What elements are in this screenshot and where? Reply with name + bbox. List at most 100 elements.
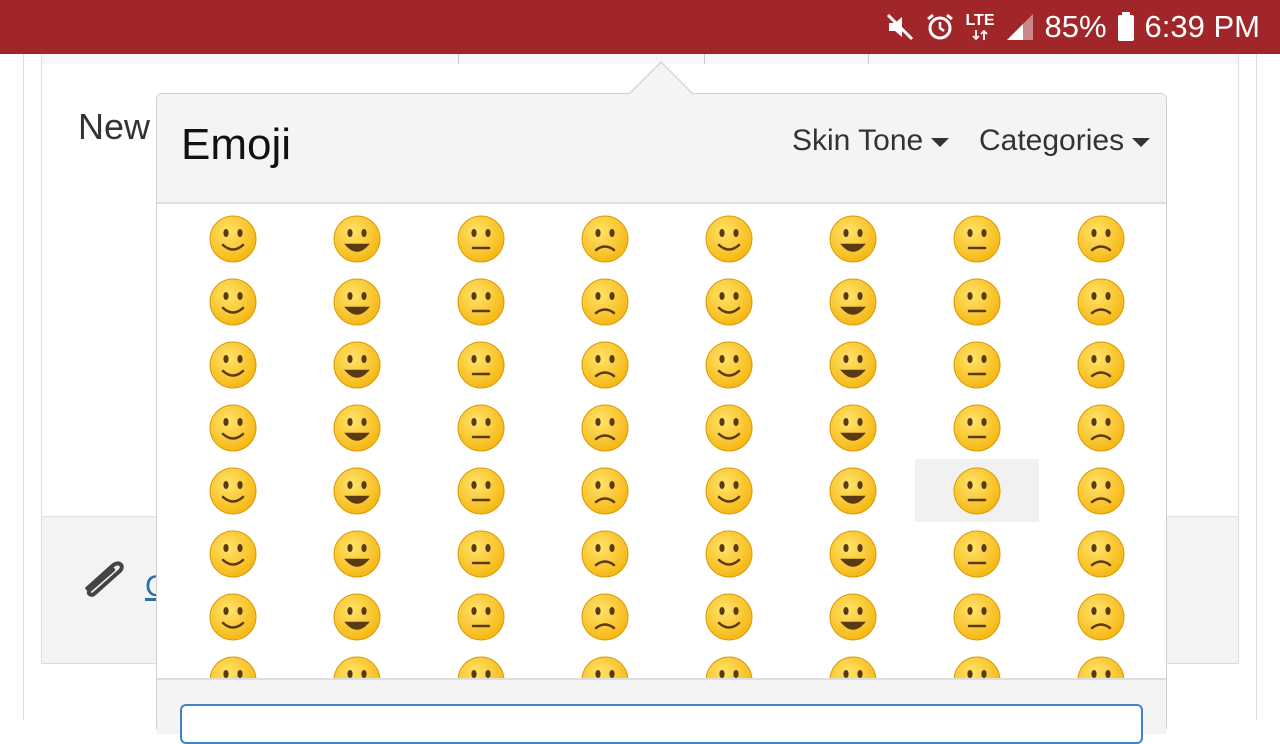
emoji-cell[interactable]: [295, 522, 419, 585]
emoji-cell[interactable]: [791, 270, 915, 333]
emoji-cell[interactable]: [791, 207, 915, 270]
emoji-cell[interactable]: [171, 648, 295, 678]
emoji-cell[interactable]: [295, 396, 419, 459]
emoji-cell[interactable]: [543, 459, 667, 522]
emoji-cell[interactable]: [1039, 522, 1163, 585]
emoji-face-icon: [457, 341, 505, 388]
emoji-face-icon: [953, 215, 1001, 262]
emoji-cell[interactable]: [419, 648, 543, 678]
tab-divider: [704, 54, 705, 64]
emoji-face-icon: [829, 215, 877, 262]
clock: 6:39 PM: [1144, 9, 1260, 44]
emoji-cell[interactable]: [543, 207, 667, 270]
emoji-cell[interactable]: [667, 270, 791, 333]
emoji-face-icon: [705, 593, 753, 640]
emoji-face-icon: [953, 530, 1001, 577]
emoji-cell[interactable]: [915, 207, 1039, 270]
emoji-cell[interactable]: [295, 585, 419, 648]
emoji-cell[interactable]: [915, 459, 1039, 522]
emoji-cell[interactable]: [915, 396, 1039, 459]
emoji-cell[interactable]: [1039, 396, 1163, 459]
emoji-face-icon: [209, 278, 257, 325]
emoji-cell[interactable]: [543, 396, 667, 459]
emoji-search-input[interactable]: [180, 704, 1143, 744]
emoji-cell[interactable]: [667, 333, 791, 396]
emoji-cell[interactable]: [171, 207, 295, 270]
emoji-cell[interactable]: [295, 207, 419, 270]
emoji-face-icon: [581, 278, 629, 325]
emoji-cell[interactable]: [419, 396, 543, 459]
paperclip-icon[interactable]: [75, 550, 125, 609]
emoji-face-icon: [1077, 530, 1125, 577]
emoji-cell[interactable]: [295, 459, 419, 522]
emoji-grid-scroll[interactable]: [157, 206, 1166, 678]
emoji-cell[interactable]: [915, 333, 1039, 396]
emoji-cell[interactable]: [543, 585, 667, 648]
emoji-cell[interactable]: [791, 648, 915, 678]
emoji-cell[interactable]: [543, 522, 667, 585]
emoji-cell[interactable]: [667, 522, 791, 585]
emoji-cell[interactable]: [171, 459, 295, 522]
emoji-face-icon: [953, 404, 1001, 451]
emoji-cell[interactable]: [791, 522, 915, 585]
emoji-cell[interactable]: [667, 207, 791, 270]
emoji-cell[interactable]: [171, 522, 295, 585]
emoji-cell[interactable]: [543, 270, 667, 333]
emoji-cell[interactable]: [667, 585, 791, 648]
emoji-cell[interactable]: [791, 459, 915, 522]
emoji-face-icon: [333, 404, 381, 451]
emoji-cell[interactable]: [667, 459, 791, 522]
emoji-cell[interactable]: [667, 396, 791, 459]
signal-icon: [1005, 12, 1035, 42]
categories-dropdown[interactable]: Categories: [979, 124, 1151, 158]
emoji-cell[interactable]: [171, 270, 295, 333]
emoji-face-icon: [209, 593, 257, 640]
emoji-picker-popover: Emoji Skin Tone Categories: [156, 61, 1167, 744]
emoji-face-icon: [953, 656, 1001, 678]
emoji-picker-title: Emoji: [181, 120, 292, 169]
emoji-cell[interactable]: [791, 396, 915, 459]
emoji-cell[interactable]: [791, 585, 915, 648]
categories-label: Categories: [979, 124, 1125, 157]
emoji-cell[interactable]: [915, 585, 1039, 648]
emoji-cell[interactable]: [915, 270, 1039, 333]
emoji-face-icon: [457, 656, 505, 678]
emoji-cell[interactable]: [171, 396, 295, 459]
emoji-cell[interactable]: [543, 333, 667, 396]
emoji-face-icon: [705, 341, 753, 388]
emoji-cell[interactable]: [171, 333, 295, 396]
emoji-cell[interactable]: [419, 333, 543, 396]
tab-divider: [458, 54, 459, 64]
emoji-face-icon: [705, 404, 753, 451]
emoji-cell[interactable]: [419, 270, 543, 333]
emoji-face-icon: [953, 593, 1001, 640]
emoji-cell[interactable]: [1039, 333, 1163, 396]
emoji-cell[interactable]: [171, 585, 295, 648]
emoji-cell[interactable]: [419, 459, 543, 522]
emoji-cell[interactable]: [419, 585, 543, 648]
mute-icon: [885, 12, 915, 42]
emoji-face-icon: [209, 530, 257, 577]
emoji-face-icon: [829, 467, 877, 514]
skin-tone-dropdown[interactable]: Skin Tone: [792, 124, 950, 158]
emoji-cell[interactable]: [419, 207, 543, 270]
emoji-cell[interactable]: [1039, 270, 1163, 333]
emoji-grid: [171, 207, 1163, 678]
emoji-cell[interactable]: [295, 648, 419, 678]
emoji-cell[interactable]: [667, 648, 791, 678]
emoji-cell[interactable]: [1039, 648, 1163, 678]
emoji-cell[interactable]: [1039, 459, 1163, 522]
emoji-cell[interactable]: [419, 522, 543, 585]
emoji-cell[interactable]: [915, 522, 1039, 585]
emoji-cell[interactable]: [543, 648, 667, 678]
emoji-face-icon: [209, 656, 257, 678]
emoji-cell[interactable]: [791, 333, 915, 396]
emoji-face-icon: [1077, 656, 1125, 678]
battery-percent: 85%: [1044, 9, 1107, 44]
emoji-cell[interactable]: [295, 333, 419, 396]
emoji-cell[interactable]: [295, 270, 419, 333]
emoji-face-icon: [581, 467, 629, 514]
emoji-cell[interactable]: [1039, 207, 1163, 270]
emoji-cell[interactable]: [1039, 585, 1163, 648]
emoji-cell[interactable]: [915, 648, 1039, 678]
